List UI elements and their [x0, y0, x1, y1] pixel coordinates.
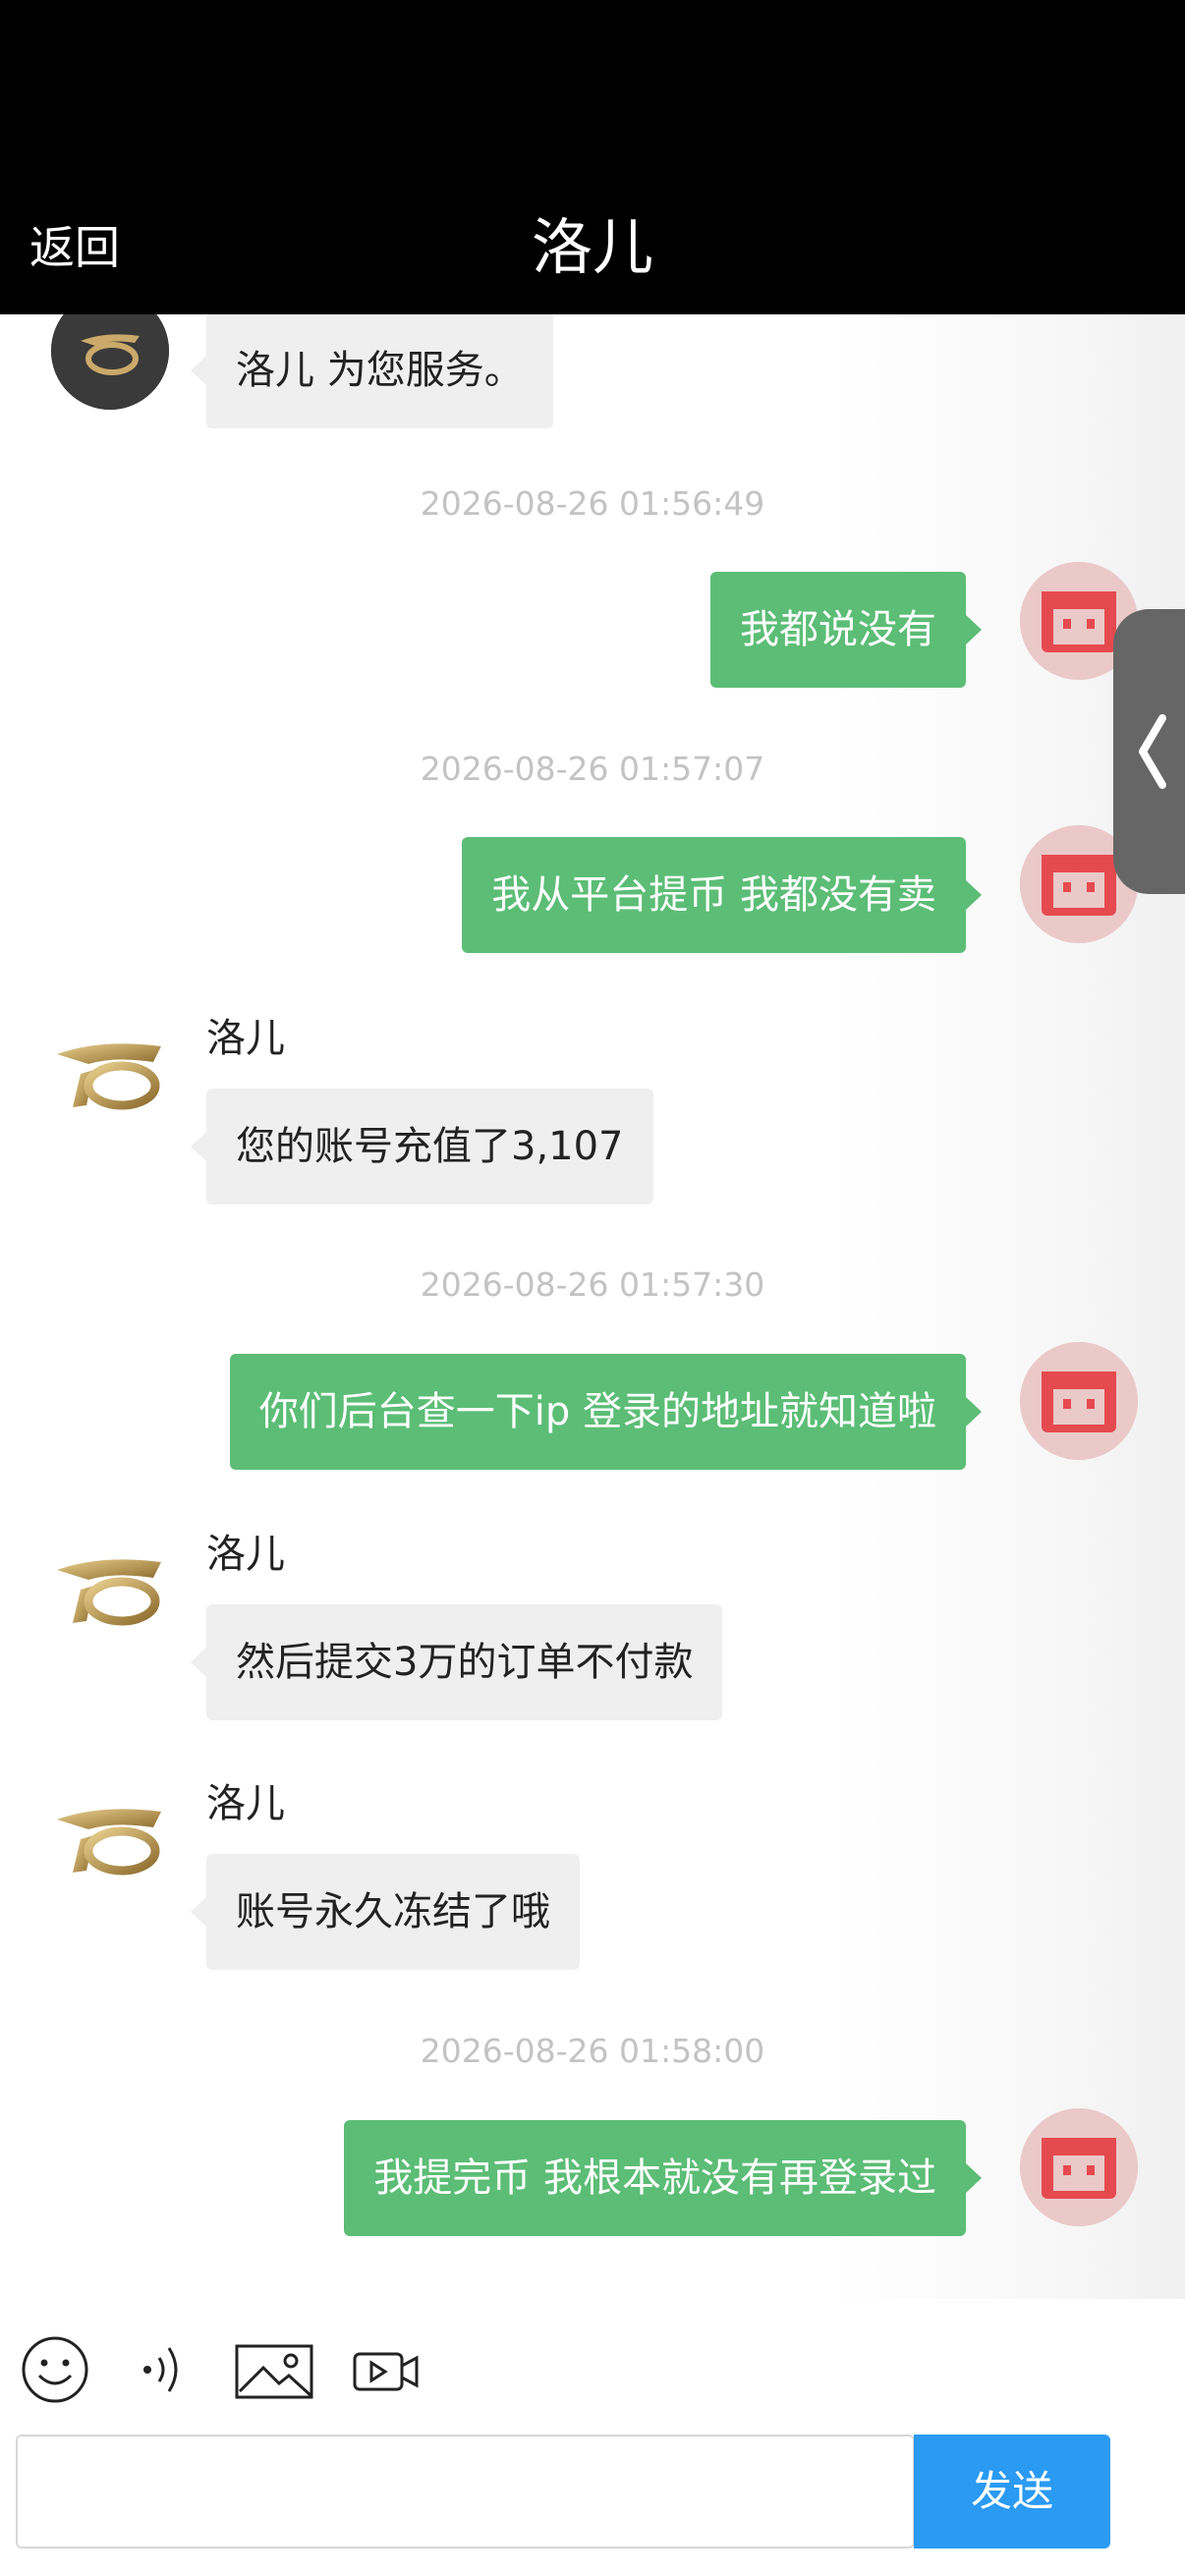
message-bubble-agent: 然后提交3万的订单不付款 — [190, 1604, 723, 1720]
side-panel-toggle[interactable] — [1113, 609, 1185, 894]
message-bubble-agent: 您的账号充值了3,107 — [191, 1089, 653, 1204]
message-bubble-user: 我都说没有 — [710, 572, 982, 688]
user-avatar — [1020, 1342, 1138, 1460]
timestamp: 2026-08-26 01:57:07 — [420, 750, 765, 788]
message-input-bar: 发送 — [0, 2427, 1185, 2576]
agent-logo-avatar — [51, 1782, 169, 1900]
agent-avatar — [51, 314, 169, 410]
top-navigation-bar: 返回 洛儿 — [0, 0, 1185, 314]
message-bubble-user: 你们后台查一下ip 登录的地址就知道啦 — [229, 1354, 983, 1470]
video-icon[interactable] — [352, 2334, 421, 2409]
agent-logo-avatar — [51, 1017, 169, 1135]
voice-icon[interactable] — [138, 2334, 197, 2409]
input-toolbar — [0, 2299, 1185, 2436]
timestamp: 2026-08-26 01:57:30 — [420, 1265, 765, 1304]
emoji-icon[interactable] — [20, 2334, 90, 2409]
user-avatar — [1020, 2108, 1138, 2226]
sender-name: 洛儿 — [206, 1532, 285, 1577]
timestamp: 2026-08-26 01:58:00 — [420, 2032, 765, 2070]
message-bubble-user: 我提完币 我根本就没有再登录过 — [344, 2120, 982, 2236]
sender-name: 洛儿 — [206, 1781, 285, 1826]
sender-name: 洛儿 — [206, 1016, 285, 1061]
chevron-left-icon — [1139, 714, 1166, 789]
chat-message-list[interactable]: 洛儿 为您服务。 2026-08-26 01:56:49 我都说没有 2026-… — [0, 314, 1185, 2299]
agent-logo-avatar — [51, 1533, 169, 1651]
page-title: 洛儿 — [531, 211, 653, 283]
message-bubble-agent: 洛儿 为您服务。 — [191, 314, 553, 428]
message-input[interactable] — [16, 2435, 915, 2548]
send-button[interactable]: 发送 — [914, 2435, 1110, 2548]
message-bubble-agent: 账号永久冻结了哦 — [191, 1854, 580, 1970]
timestamp: 2026-08-26 01:56:49 — [420, 484, 765, 523]
image-icon[interactable] — [234, 2334, 314, 2409]
message-bubble-user: 我从平台提币 我都没有卖 — [462, 837, 982, 953]
